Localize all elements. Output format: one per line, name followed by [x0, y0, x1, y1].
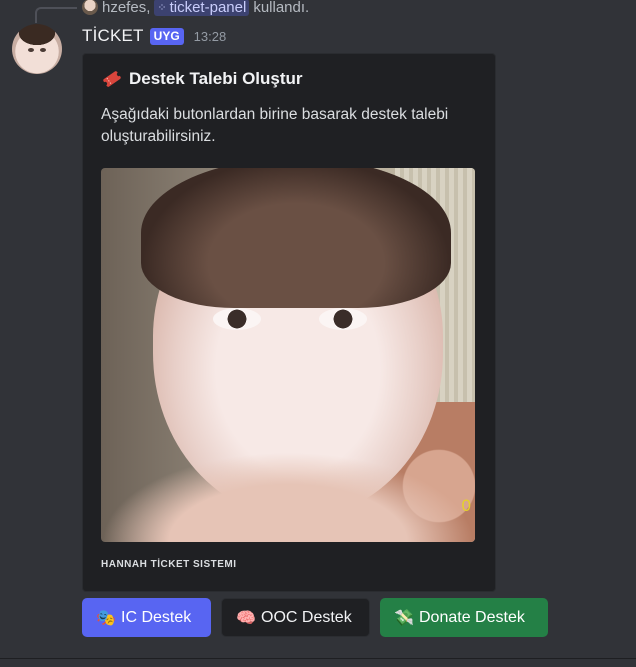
- reply-username[interactable]: hzefes,: [102, 0, 150, 16]
- embed-title: Destek Talebi Oluştur: [101, 68, 303, 90]
- reply-suffix: kullandı.: [253, 0, 310, 16]
- ic-destek-button[interactable]: 🎭 IC Destek: [82, 598, 211, 637]
- image-eye-right: [319, 308, 367, 330]
- ic-destek-label: IC Destek: [121, 608, 192, 626]
- ticket-icon: [103, 71, 121, 87]
- ooc-destek-label: OOC Destek: [261, 608, 352, 626]
- avatar-eye-right: [40, 48, 46, 52]
- embed-image[interactable]: 0: [101, 168, 475, 542]
- message-header: TİCKET UYG 13:28: [82, 25, 226, 47]
- author-avatar[interactable]: [12, 24, 62, 74]
- author-name[interactable]: TİCKET: [82, 26, 144, 46]
- app-badge: UYG: [149, 27, 184, 45]
- brain-icon: 🧠: [236, 609, 256, 627]
- divider: [0, 658, 636, 659]
- image-eye-left: [213, 308, 261, 330]
- ooc-destek-button[interactable]: 🧠 OOC Destek: [221, 598, 370, 637]
- money-wings-icon: 💸: [394, 609, 414, 627]
- command-name: ticket-panel: [169, 0, 247, 16]
- theater-mask-icon: 🎭: [96, 609, 116, 627]
- message-timestamp[interactable]: 13:28: [194, 29, 227, 44]
- reply-connector: [35, 7, 77, 23]
- image-hair: [141, 168, 451, 308]
- reply-reference[interactable]: hzefes, ⁘ ticket-panel kullandı.: [82, 0, 309, 17]
- action-row: 🎭 IC Destek 🧠 OOC Destek 💸 Donate Destek: [82, 598, 548, 637]
- image-shoulders: [101, 452, 475, 542]
- embed-title-text: Destek Talebi Oluştur: [129, 69, 303, 88]
- embed-footer: HANNAH TİCKET SISTEMI: [101, 559, 237, 570]
- reply-avatar[interactable]: [82, 0, 98, 15]
- donate-destek-label: Donate Destek: [419, 608, 525, 626]
- ticket-embed: Destek Talebi Oluştur Aşağıdaki butonlar…: [82, 53, 496, 592]
- image-overlay-digit: 0: [461, 496, 471, 515]
- donate-destek-button[interactable]: 💸 Donate Destek: [380, 598, 548, 637]
- command-mention[interactable]: ⁘ ticket-panel: [154, 0, 250, 16]
- slash-command-icon: ⁘: [157, 1, 167, 14]
- embed-description: Aşağıdaki butonlardan birine basarak des…: [101, 106, 449, 145]
- avatar-eye-left: [28, 48, 34, 52]
